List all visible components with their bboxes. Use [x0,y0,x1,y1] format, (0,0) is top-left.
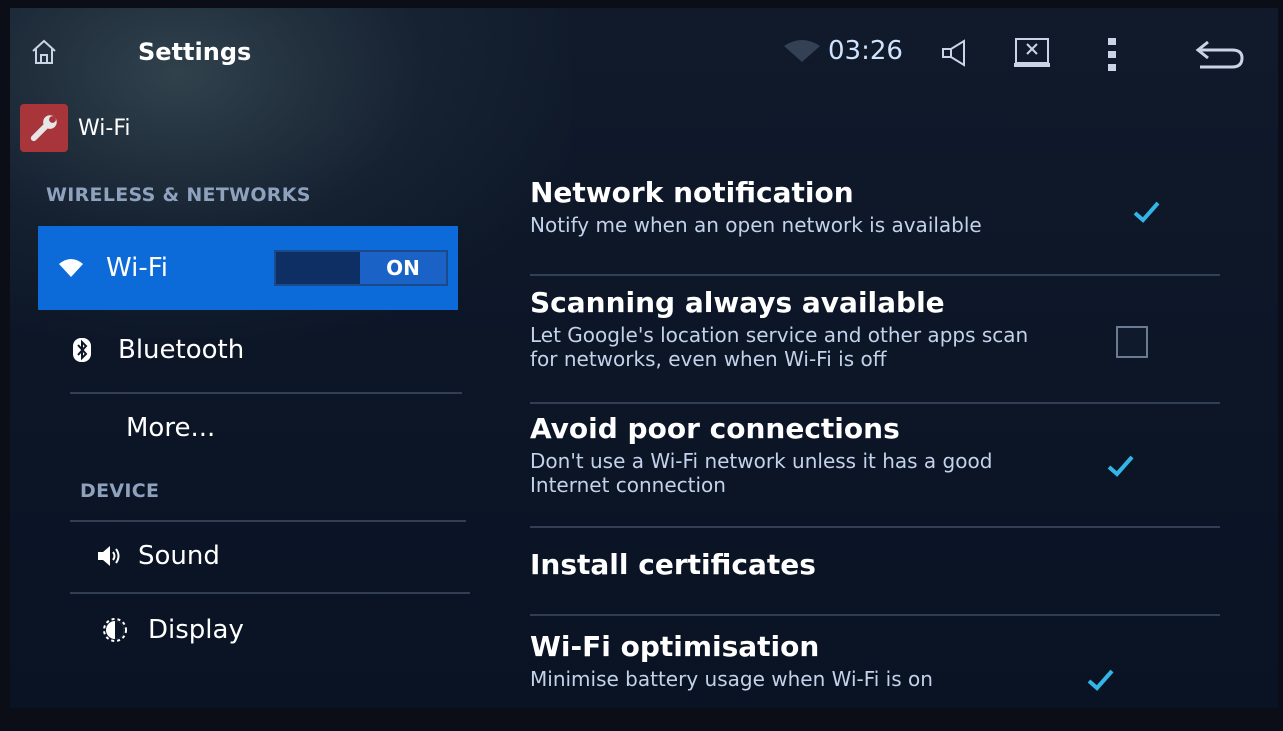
pref-wifi-optimisation[interactable]: Wi-Fi optimisation Minimise battery usag… [530,630,1220,691]
sidebar-item-bluetooth[interactable]: Bluetooth [72,330,244,370]
sidebar-item-display[interactable]: Display [102,610,244,650]
network-notification-checkbox[interactable] [1130,196,1162,228]
toggle-state: ON [360,252,446,284]
sidebar-item-label: Display [148,615,244,645]
overflow-menu-icon[interactable] [1106,36,1118,72]
sidebar-item-wifi[interactable]: Wi-Fi ON [38,226,458,310]
pref-summary: Minimise battery usage when Wi-Fi is on [530,667,933,691]
wifi-toggle[interactable]: ON [274,250,448,286]
divider [530,526,1220,528]
bluetooth-icon [72,337,92,363]
pref-network-notification[interactable]: Network notification Notify me when an o… [530,176,1220,237]
volume-icon[interactable] [940,38,974,68]
sidebar-item-label: Bluetooth [118,335,245,365]
settings-wrench-icon [20,104,68,152]
sound-icon [96,543,122,569]
back-icon[interactable] [1194,38,1246,72]
pref-summary: Don't use a Wi-Fi network unless it has … [530,449,993,497]
wifi-signal-icon [782,40,822,64]
display-icon [102,617,128,643]
pref-summary: Let Google's location service and other … [530,323,1029,371]
divider [70,592,470,594]
clock: 03:26 [828,36,903,66]
divider [530,274,1220,276]
divider [530,614,1220,616]
pref-title: Avoid poor connections [530,412,900,445]
breadcrumb: Wi-Fi [20,104,131,152]
action-bar: Settings 03:26 [10,8,1278,92]
pref-summary: Notify me when an open network is availa… [530,213,982,237]
pref-title: Scanning always available [530,286,945,319]
divider [70,392,462,394]
pref-title: Wi-Fi optimisation [530,630,820,663]
sidebar-item-sound[interactable]: Sound [96,536,220,576]
divider [530,402,1220,404]
pref-title: Install certificates [530,548,816,581]
divider [70,520,466,522]
scanning-always-available-checkbox[interactable] [1116,326,1148,358]
sidebar-item-label: Wi-Fi [106,253,169,283]
pref-title: Network notification [530,176,854,209]
sidebar-item-more[interactable]: More... [126,408,215,448]
sidebar-item-label: Sound [138,541,220,571]
wifi-icon [58,255,84,281]
settings-screen: Settings 03:26 Wi-Fi WIRELESS & NETWORKS… [10,8,1278,708]
screenshot-icon[interactable] [1012,36,1052,70]
app-title: Settings [138,38,252,66]
pref-install-certificates[interactable]: Install certificates [530,548,1220,581]
wifi-optimisation-checkbox[interactable] [1084,664,1116,696]
avoid-poor-connections-checkbox[interactable] [1104,450,1136,482]
sidebar-item-label: More... [126,413,216,443]
section-header-device: DEVICE [80,480,160,502]
home-icon[interactable] [30,38,58,66]
breadcrumb-label: Wi-Fi [78,115,131,141]
section-header-wireless: WIRELESS & NETWORKS [46,184,311,206]
